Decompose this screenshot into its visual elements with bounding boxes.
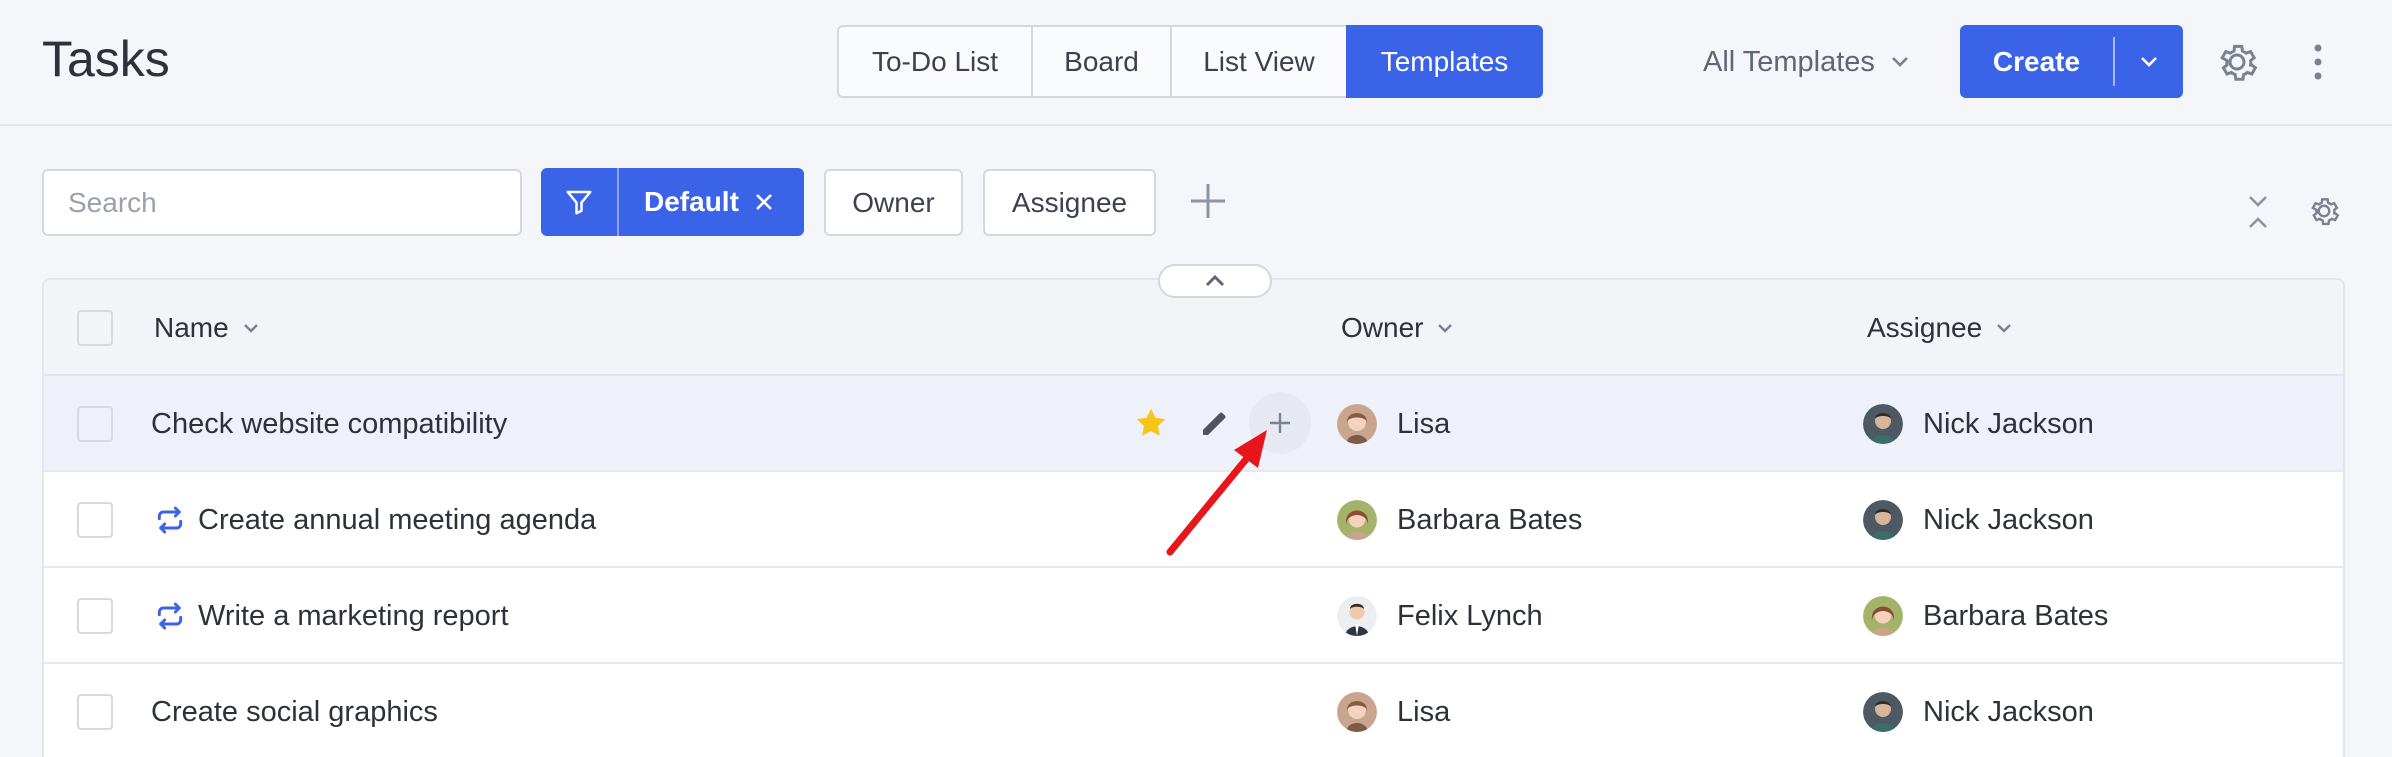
assignee-cell: Barbara Bates [1863,568,2108,664]
plus-icon[interactable] [1185,178,1231,224]
star-icon[interactable] [1133,405,1169,441]
create-dropdown-toggle[interactable] [2115,25,2183,98]
tab-todo-list[interactable]: To-Do List [837,25,1033,98]
chevron-down-icon [243,324,258,333]
filter-chip-label: Default [644,186,739,217]
gear-icon[interactable] [2306,193,2342,229]
column-assignee-label: Assignee [1867,312,1983,343]
avatar [1337,596,1377,636]
task-name[interactable]: Create annual meeting agenda [198,472,596,568]
table-row[interactable]: Write a marketing report Felix Lynch Bar… [44,568,2343,664]
view-tabs: To-Do List Board List View Templates [837,25,1543,98]
chevron-down-icon [1892,57,1908,67]
avatar [1337,692,1377,732]
owner-cell: Barbara Bates [1337,472,1582,568]
search-input[interactable] [42,169,522,236]
tab-templates[interactable]: Templates [1346,25,1543,98]
owner-name: Barbara Bates [1397,503,1583,536]
avatar [1863,404,1903,444]
assignee-cell: Nick Jackson [1863,664,2094,757]
row-checkbox[interactable] [77,406,113,442]
column-name-label: Name [154,312,229,343]
create-button-group: Create [1960,25,2183,98]
filter-icon [566,190,592,215]
all-templates-dropdown[interactable]: All Templates [1703,40,1909,84]
collapse-filters-button[interactable] [1158,264,1272,298]
assignee-name: Nick Jackson [1923,407,2094,440]
assignee-cell: Nick Jackson [1863,376,2094,472]
create-button[interactable]: Create [1960,25,2113,98]
table-row[interactable]: Check website compatibility Lisa Nick Ja… [44,376,2343,472]
row-checkbox[interactable] [77,694,113,730]
avatar [1863,596,1903,636]
avatar [1863,500,1903,540]
column-header-owner[interactable]: Owner [1341,308,1453,348]
plus-icon [1270,413,1290,433]
avatar [1863,692,1903,732]
owner-name: Lisa [1397,695,1451,728]
avatar [1337,500,1377,540]
chevron-up-icon [1205,274,1225,287]
assignee-name: Nick Jackson [1923,695,2094,728]
owner-name: Lisa [1397,407,1451,440]
task-name[interactable]: Write a marketing report [198,568,509,664]
chevron-down-icon [2141,56,2157,67]
task-name[interactable]: Create social graphics [151,664,438,757]
kebab-menu-icon[interactable] [2306,40,2330,84]
all-templates-label: All Templates [1703,45,1875,78]
templates-table: Name Owner Assignee Check website compat… [42,278,2345,757]
column-owner-label: Owner [1341,312,1424,343]
assignee-name: Barbara Bates [1923,599,2109,632]
owner-cell: Lisa [1337,376,1450,472]
column-header-name[interactable]: Name [154,308,259,348]
assignee-cell: Nick Jackson [1863,472,2094,568]
tab-board[interactable]: Board [1031,25,1172,98]
owner-name: Felix Lynch [1397,599,1543,632]
tab-list-view[interactable]: List View [1170,25,1348,98]
column-header-assignee[interactable]: Assignee [1867,308,2012,348]
chevron-down-icon [1997,324,2012,333]
select-all-checkbox[interactable] [77,310,113,346]
row-checkbox[interactable] [77,502,113,538]
clear-filter-button[interactable] [739,168,789,236]
add-subtask-button[interactable] [1249,392,1311,454]
recurring-icon [157,602,183,630]
task-name[interactable]: Check website compatibility [151,376,507,472]
avatar [1337,404,1377,444]
close-icon [755,194,772,210]
owner-filter-button[interactable]: Owner [824,169,963,236]
assignee-filter-button[interactable]: Assignee [983,169,1156,236]
default-filter-chip: Default [541,168,804,236]
collapse-icon[interactable] [2246,193,2270,231]
page-header: Tasks To-Do List Board List View Templat… [0,0,2392,126]
filter-button[interactable] [541,168,619,236]
row-checkbox[interactable] [77,598,113,634]
table-row[interactable]: Create social graphics Lisa Nick Jackson [44,664,2343,757]
recurring-icon [157,506,183,534]
assignee-name: Nick Jackson [1923,503,2094,536]
owner-cell: Lisa [1337,664,1450,757]
chevron-down-icon [1438,324,1453,333]
owner-cell: Felix Lynch [1337,568,1543,664]
table-row[interactable]: Create annual meeting agenda Barbara Bat… [44,472,2343,568]
pencil-icon[interactable] [1199,407,1231,439]
gear-icon[interactable] [2213,38,2261,86]
page-title: Tasks [42,31,170,87]
